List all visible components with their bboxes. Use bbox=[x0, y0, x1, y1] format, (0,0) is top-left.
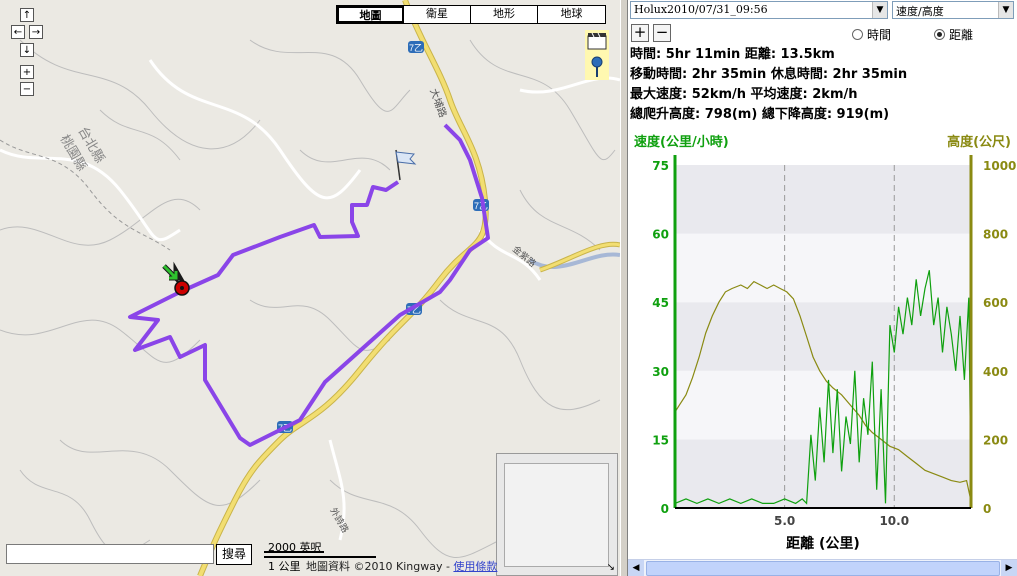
chart-zoom-out-button[interactable]: − bbox=[653, 24, 671, 42]
road-label-waixing: 外詩路 bbox=[328, 506, 351, 535]
pegman-pin-icon[interactable] bbox=[591, 56, 603, 77]
map-type-map[interactable]: 地圖 bbox=[337, 6, 404, 23]
y-left-tick-label: 45 bbox=[652, 296, 669, 310]
scale-imperial-label: 2000 英呎 bbox=[268, 541, 322, 554]
pan-right-button[interactable]: → bbox=[29, 25, 43, 39]
radio-time-label: 時間 bbox=[867, 28, 892, 42]
radio-time-dot[interactable] bbox=[852, 29, 863, 40]
y-right-tick-label: 0 bbox=[983, 502, 991, 516]
overview-viewport[interactable] bbox=[504, 463, 609, 567]
chart-horizontal-scrollbar[interactable]: ◀ ▶ bbox=[628, 559, 1017, 576]
pan-left-button[interactable]: ← bbox=[11, 25, 25, 39]
chart-mode-select[interactable]: 速度/高度 ▼ bbox=[892, 1, 1014, 19]
y-right-tick-label: 600 bbox=[983, 296, 1008, 310]
y-right-tick-label: 400 bbox=[983, 365, 1008, 379]
chevron-down-icon[interactable]: ▼ bbox=[872, 2, 887, 18]
stats-line-speed: 最大速度: 52km/h 平均速度: 2km/h bbox=[630, 87, 858, 102]
plot-band bbox=[675, 233, 971, 303]
overview-toggle-icon[interactable]: ↘ bbox=[607, 562, 615, 573]
map-type-selector: 地圖 衛星 地形 地球 bbox=[336, 5, 606, 24]
overview-map[interactable]: ↘ bbox=[496, 453, 618, 576]
green-arrow-icon[interactable] bbox=[162, 261, 185, 285]
terms-link[interactable]: 使用條款 bbox=[453, 560, 497, 573]
highway-badges: 7乙 7乙 7乙 7乙 bbox=[277, 41, 489, 433]
chart-zoom-in-button[interactable]: + bbox=[631, 24, 649, 42]
track-info-panel: Holux2010/07/31_09:56 ▼ 速度/高度 ▼ + − 時間 距… bbox=[628, 0, 1017, 576]
scroll-left-icon[interactable]: ◀ bbox=[628, 560, 644, 576]
scale-metric-label: 1 公里 bbox=[268, 560, 301, 573]
x-tick-label: 5.0 bbox=[774, 514, 795, 528]
track-select-value: Holux2010/07/31_09:56 bbox=[634, 3, 768, 16]
map-view[interactable]: 7乙 7乙 7乙 7乙 台北縣 桃園縣 大埔路 金紫路 外詩路 ↑ ← → ↓ … bbox=[0, 0, 620, 576]
map-type-earth[interactable]: 地球 bbox=[538, 6, 605, 23]
search-input[interactable] bbox=[6, 544, 214, 564]
red-dot-marker-icon[interactable] bbox=[174, 280, 190, 296]
search-button[interactable]: 搜尋 bbox=[216, 544, 252, 565]
plot-band bbox=[675, 165, 971, 234]
pan-up-button[interactable]: ↑ bbox=[20, 8, 34, 22]
y-axis-left-label: 速度(公里/小時) bbox=[634, 134, 729, 150]
plot-band bbox=[675, 302, 971, 371]
radio-distance[interactable]: 距離 bbox=[934, 26, 973, 43]
svg-text:7乙: 7乙 bbox=[409, 43, 423, 53]
map-type-satellite[interactable]: 衛星 bbox=[404, 6, 471, 23]
map-type-terrain[interactable]: 地形 bbox=[471, 6, 538, 23]
radio-distance-label: 距離 bbox=[949, 28, 974, 42]
scroll-thumb[interactable] bbox=[646, 561, 1000, 576]
pan-down-button[interactable]: ↓ bbox=[20, 43, 34, 57]
stats-line-time-distance: 時間: 5hr 11min 距離: 13.5km bbox=[630, 47, 835, 62]
flag-icon[interactable] bbox=[395, 149, 417, 181]
x-tick-label: 10.0 bbox=[879, 514, 909, 528]
y-right-tick-label: 200 bbox=[983, 433, 1008, 447]
track-select[interactable]: Holux2010/07/31_09:56 ▼ bbox=[630, 1, 888, 19]
chevron-down-icon[interactable]: ▼ bbox=[998, 2, 1013, 18]
pane-splitter[interactable] bbox=[620, 0, 628, 576]
plot-band bbox=[675, 370, 971, 440]
radio-distance-dot[interactable] bbox=[934, 29, 945, 40]
y-left-tick-label: 75 bbox=[652, 159, 669, 173]
clapperboard-icon[interactable] bbox=[587, 32, 607, 50]
y-right-tick-label: 800 bbox=[983, 228, 1008, 242]
y-right-tick-label: 1000 bbox=[983, 159, 1016, 173]
attribution-text: 地圖資料 ©2010 Kingway - bbox=[306, 560, 454, 573]
y-left-tick-label: 30 bbox=[652, 365, 669, 379]
x-axis-label: 距離 (公里) bbox=[786, 535, 860, 552]
zoom-in-button[interactable]: + bbox=[20, 65, 34, 79]
map-attribution: 地圖資料 ©2010 Kingway - 使用條款 bbox=[306, 558, 497, 574]
stats-line-elevation: 總爬升高度: 798(m) 總下降高度: 919(m) bbox=[630, 107, 890, 122]
speed-altitude-chart[interactable]: 速度(公里/小時) 高度(公尺) 5.0 10.0 0 15 30 45 60 75 0 200 4… bbox=[628, 126, 1017, 556]
y-left-tick-label: 15 bbox=[652, 433, 669, 447]
zoom-out-button[interactable]: − bbox=[20, 82, 34, 96]
y-left-tick-label: 0 bbox=[661, 502, 669, 516]
map-tool-strip bbox=[585, 30, 609, 80]
chart-mode-value: 速度/高度 bbox=[896, 5, 944, 18]
y-left-tick-label: 60 bbox=[652, 228, 669, 242]
scroll-right-icon[interactable]: ▶ bbox=[1001, 560, 1017, 576]
stats-line-moving-rest: 移動時間: 2hr 35min 休息時間: 2hr 35min bbox=[630, 67, 908, 82]
radio-time[interactable]: 時間 bbox=[852, 26, 891, 43]
y-axis-right-label: 高度(公尺) bbox=[947, 134, 1011, 150]
track-stats: 時間: 5hr 11min 距離: 13.5km 移動時間: 2hr 35min… bbox=[630, 45, 907, 125]
plot-area bbox=[675, 165, 971, 508]
